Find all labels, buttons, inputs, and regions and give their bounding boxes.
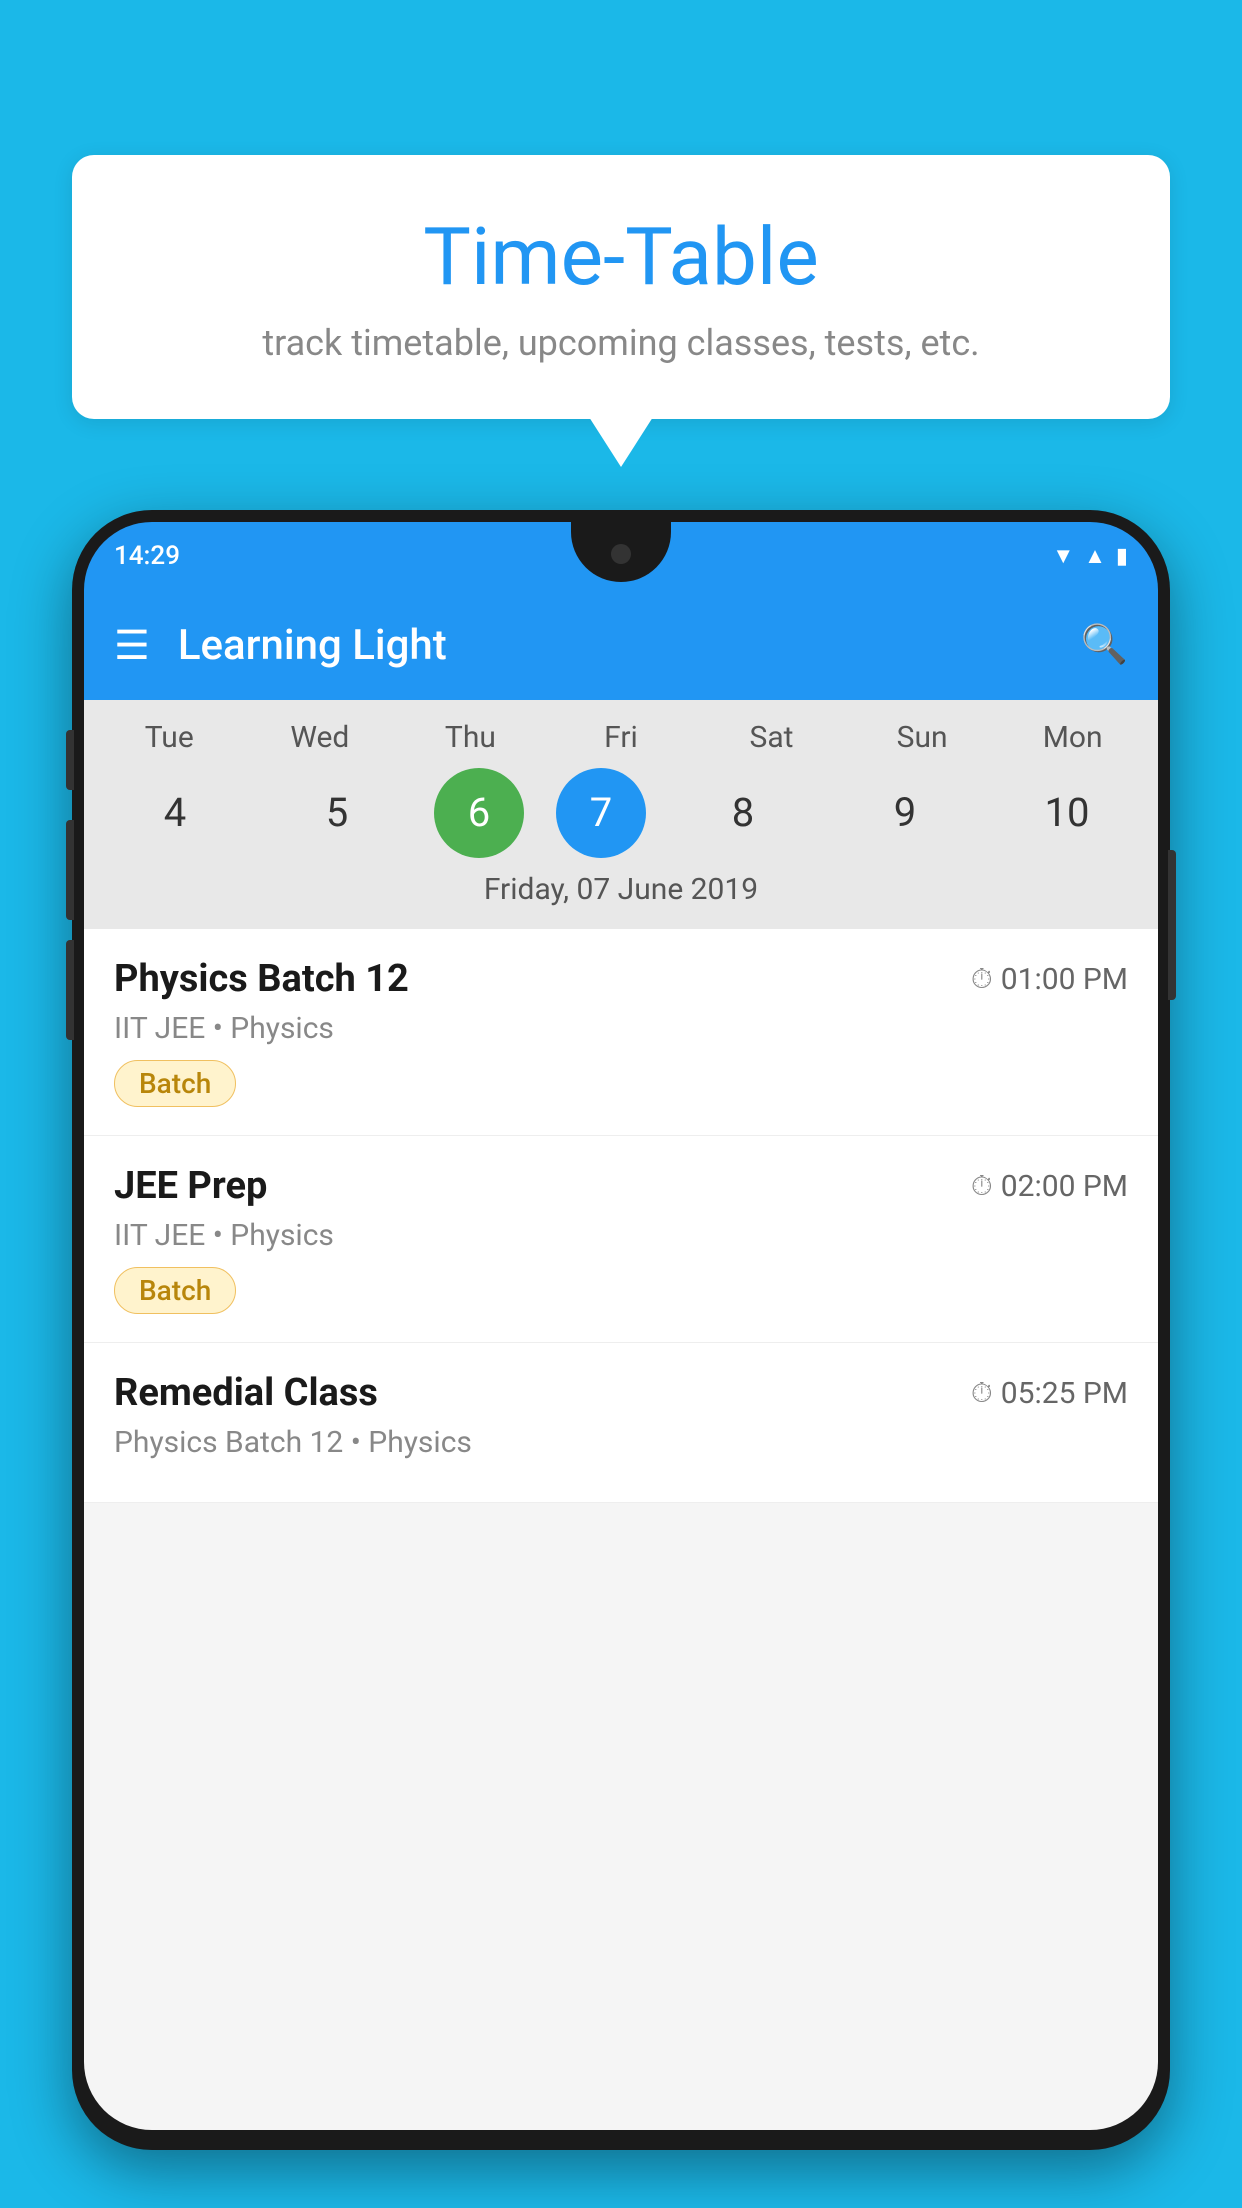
day-name-tue: Tue [104,720,234,755]
day-name-mon: Mon [1008,720,1138,755]
status-icons [1052,543,1128,569]
schedule-item-1-header: Physics Batch 12 ⏱ 01:00 PM [114,957,1128,1001]
schedule-item-1-time: ⏱ 01:00 PM [971,962,1128,997]
day-name-wed: Wed [255,720,385,755]
app-bar: ☰ Learning Light 🔍 [84,590,1158,700]
selected-date-label: Friday, 07 June 2019 [84,860,1158,919]
day-7-selected[interactable]: 7 [556,768,646,858]
schedule-item-2-title: JEE Prep [114,1164,267,1208]
day-numbers-row: 4 5 6 7 8 9 10 [84,765,1158,860]
schedule-item-3-sub: Physics Batch 12 • Physics [114,1425,1128,1460]
day-9[interactable]: 9 [840,765,970,860]
clock-icon-1: ⏱ [971,962,993,996]
phone-container: 14:29 ☰ Learning Light 🔍 Tue [72,510,1170,2208]
schedule-item-3-time: ⏱ 05:25 PM [971,1376,1128,1411]
day-10[interactable]: 10 [1002,765,1132,860]
day-name-thu: Thu [405,720,535,755]
bubble-title: Time-Table [112,210,1130,304]
day-name-sat: Sat [707,720,837,755]
day-name-sun: Sun [857,720,987,755]
schedule-item-3-title: Remedial Class [114,1371,378,1415]
day-6-today[interactable]: 6 [434,768,524,858]
schedule-list: Physics Batch 12 ⏱ 01:00 PM IIT JEE • Ph… [84,929,1158,1503]
schedule-item-1-title: Physics Batch 12 [114,957,409,1001]
volume-up-button [66,730,74,790]
search-icon[interactable]: 🔍 [1081,623,1128,667]
schedule-item-2-header: JEE Prep ⏱ 02:00 PM [114,1164,1128,1208]
schedule-item-1-sub: IIT JEE • Physics [114,1011,1128,1046]
power-button [1168,850,1176,1000]
schedule-item-3[interactable]: Remedial Class ⏱ 05:25 PM Physics Batch … [84,1343,1158,1503]
speech-bubble: Time-Table track timetable, upcoming cla… [72,155,1170,419]
status-time: 14:29 [114,541,180,571]
day-5[interactable]: 5 [272,765,402,860]
day-name-fri: Fri [556,720,686,755]
hamburger-icon[interactable]: ☰ [114,622,150,669]
battery-icon [1116,544,1128,569]
day-names-row: Tue Wed Thu Fri Sat Sun Mon [84,720,1158,755]
app-title: Learning Light [178,621,1081,670]
speech-bubble-container: Time-Table track timetable, upcoming cla… [72,155,1170,419]
clock-icon-2: ⏱ [971,1169,993,1203]
phone-screen: ☰ Learning Light 🔍 Tue Wed Thu Fri Sat S… [84,590,1158,2130]
bubble-subtitle: track timetable, upcoming classes, tests… [112,322,1130,364]
schedule-item-2-time: ⏱ 02:00 PM [971,1169,1128,1204]
schedule-item-1[interactable]: Physics Batch 12 ⏱ 01:00 PM IIT JEE • Ph… [84,929,1158,1136]
schedule-item-1-badge: Batch [114,1060,236,1107]
schedule-item-3-header: Remedial Class ⏱ 05:25 PM [114,1371,1128,1415]
silent-button [66,940,74,1040]
day-8[interactable]: 8 [678,765,808,860]
schedule-item-2-badge: Batch [114,1267,236,1314]
calendar-section: Tue Wed Thu Fri Sat Sun Mon 4 5 6 7 8 9 … [84,700,1158,929]
schedule-item-2[interactable]: JEE Prep ⏱ 02:00 PM IIT JEE • Physics Ba… [84,1136,1158,1343]
camera [611,544,631,564]
clock-icon-3: ⏱ [971,1376,993,1410]
wifi-icon [1052,543,1074,569]
volume-down-button [66,820,74,920]
schedule-item-2-sub: IIT JEE • Physics [114,1218,1128,1253]
day-4[interactable]: 4 [110,765,240,860]
phone-mockup: 14:29 ☰ Learning Light 🔍 Tue [72,510,1170,2150]
signal-icon [1084,543,1106,569]
